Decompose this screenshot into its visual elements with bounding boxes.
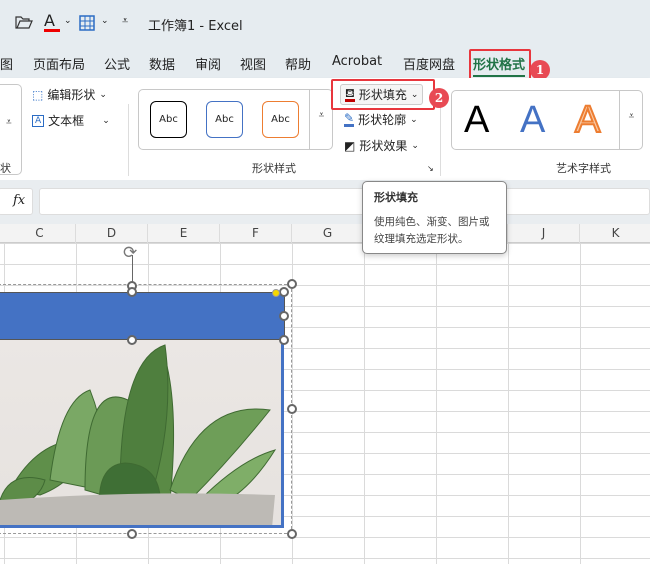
shape-effects-icon: ◩	[344, 138, 356, 153]
ribbon-tabs: 图 页面布局 公式 数据 审阅 视图 帮助 Acrobat 百度网盘 形状格式	[0, 48, 650, 78]
resize-handle-bottom-right[interactable]	[287, 529, 297, 539]
textbox-icon: A	[32, 114, 45, 127]
group-label-wordart: 艺术字样式	[556, 162, 611, 175]
dialog-launcher-icon[interactable]: ↘	[427, 164, 434, 173]
column-header-d[interactable]: D	[76, 224, 148, 243]
shape-handle-top[interactable]	[127, 287, 137, 297]
title-bar: A ⌄ ⌄ ⩡ 工作簿1 - Excel	[0, 0, 650, 48]
resize-handle-right[interactable]	[287, 404, 297, 414]
shape-handle-bottom[interactable]	[127, 335, 137, 345]
window-title: 工作簿1 - Excel	[148, 19, 243, 34]
pen-icon: ✎	[344, 111, 355, 127]
tab-page-layout[interactable]: 页面布局	[33, 54, 85, 73]
group-label-shape-styles: 形状样式	[252, 162, 296, 175]
succulent-picture[interactable]	[0, 340, 284, 528]
shape-handle-right[interactable]	[279, 311, 289, 321]
rotate-handle-icon[interactable]: ⟳	[123, 243, 137, 263]
gallery-more-button[interactable]: ⩡	[309, 90, 333, 149]
tooltip-body: 使用纯色、渐变、图片或纹理填充选定形状。	[374, 216, 490, 245]
column-header-g[interactable]: G	[292, 224, 364, 243]
tab-insert[interactable]: 图	[0, 54, 13, 73]
column-headers: C D E F G H I J K	[0, 224, 650, 243]
wordart-orange[interactable]: A	[574, 98, 601, 142]
tab-data[interactable]: 数据	[149, 54, 175, 73]
shape-handle-top-right[interactable]	[279, 287, 289, 297]
column-header-j[interactable]: J	[508, 224, 580, 243]
shape-handle-bottom-right[interactable]	[279, 335, 289, 345]
tab-help[interactable]: 帮助	[285, 54, 311, 73]
column-header-k[interactable]: K	[580, 224, 650, 243]
insert-function-button[interactable]: fx	[13, 193, 25, 208]
edit-shape-button[interactable]: ⬚ 编辑形状 ⌄	[32, 86, 107, 103]
ribbon: ⩡ ⬚ 编辑形状 ⌄ A 文本框 ⌄ 状 Abc Abc Abc ⩡ ⛾ 形状填充 ⌄ ✎ 形…	[0, 78, 650, 180]
shape-style-black[interactable]: Abc	[150, 101, 187, 138]
formula-buttons: fx	[0, 188, 33, 215]
tab-formulas[interactable]: 公式	[104, 54, 130, 73]
highlight-box-2	[331, 79, 435, 110]
tab-review[interactable]: 审阅	[195, 54, 221, 73]
shape-effects-button[interactable]: ◩ 形状效果 ⌄	[344, 137, 419, 154]
column-header-c[interactable]: C	[4, 224, 76, 243]
shape-styles-gallery: Abc Abc Abc ⩡	[138, 89, 333, 150]
textbox-button[interactable]: A 文本框 ⌄	[32, 112, 110, 129]
adjust-handle[interactable]	[272, 289, 280, 297]
wordart-more-button[interactable]: ⩡	[619, 91, 643, 149]
group-label-insert-shapes: 状	[0, 162, 11, 175]
tab-view[interactable]: 视图	[240, 54, 266, 73]
customize-qat-icon[interactable]: ⩡	[122, 14, 128, 28]
column-header-e[interactable]: E	[148, 224, 220, 243]
succulent-image	[0, 344, 277, 525]
resize-handle-top-right[interactable]	[287, 279, 297, 289]
shape-fill-tooltip: 形状填充 使用纯色、渐变、图片或纹理填充选定形状。	[362, 181, 507, 254]
blue-rectangle-shape[interactable]	[0, 292, 285, 340]
font-color-icon[interactable]: A	[44, 11, 60, 32]
tab-baidu-netdisk[interactable]: 百度网盘	[403, 54, 455, 73]
resize-handle-bottom[interactable]	[127, 529, 137, 539]
wordart-gallery: A A A ⩡	[451, 90, 643, 150]
open-folder-icon[interactable]	[15, 15, 33, 29]
edit-shape-icon: ⬚	[32, 87, 44, 102]
table-icon[interactable]	[79, 15, 95, 31]
shape-outline-button[interactable]: ✎ 形状轮廓 ⌄	[344, 111, 418, 128]
tab-acrobat[interactable]: Acrobat	[332, 54, 382, 69]
shape-style-orange[interactable]: Abc	[262, 101, 299, 138]
column-header-f[interactable]: F	[220, 224, 292, 243]
wordart-black[interactable]: A	[464, 99, 489, 142]
formula-bar-area: fx	[0, 180, 650, 224]
tooltip-title: 形状填充	[374, 191, 418, 204]
wordart-blue[interactable]: A	[520, 99, 545, 142]
annotation-badge-2: 2	[429, 88, 449, 108]
formula-input[interactable]	[39, 188, 650, 215]
annotation-badge-1: 1	[530, 60, 550, 80]
shape-style-blue[interactable]: Abc	[206, 101, 243, 138]
